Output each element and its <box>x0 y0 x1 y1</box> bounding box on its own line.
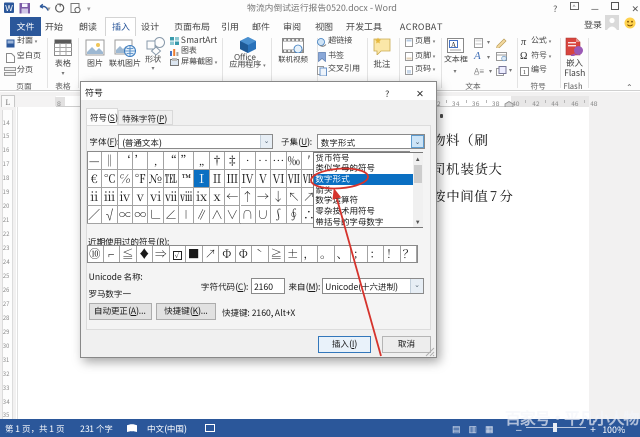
svg-text:1: 1 <box>523 69 526 76</box>
svg-text:W: W <box>5 4 13 13</box>
svg-text:A: A <box>451 41 456 49</box>
svg-text:▾: ▾ <box>47 4 51 14</box>
svg-text:▾: ▾ <box>87 4 91 14</box>
